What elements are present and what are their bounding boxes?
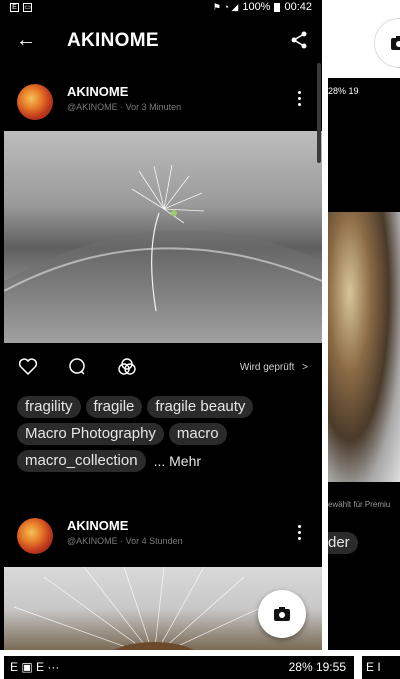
tag-chip[interactable]: fragility: [17, 396, 81, 418]
post-username[interactable]: AKINOME: [67, 84, 128, 99]
tag-chip[interactable]: der: [328, 532, 358, 554]
tag-chip[interactable]: fragile: [85, 396, 143, 418]
clock: 00:42: [284, 1, 312, 13]
review-status[interactable]: Wird geprüft >: [240, 362, 308, 373]
app-header: ← AKINOME: [0, 14, 322, 70]
next-screenshot-status-bar-right: E I: [362, 656, 400, 679]
back-arrow-icon[interactable]: ←: [16, 30, 36, 50]
avatar[interactable]: [17, 518, 53, 554]
tag-chip[interactable]: macro: [168, 423, 227, 445]
signal-icon: ⚑ ◔ ◢: [212, 1, 239, 12]
tag-list: fragility fragile fragile beauty Macro P…: [17, 396, 317, 472]
main-phone-screen: E ▭ ⚑ ◔ ◢ 100% 00:42 ← AKINOME AKINOME @…: [0, 0, 322, 650]
status-icons: E I: [366, 660, 381, 674]
secondary-status-bar: 28% 19: [328, 86, 359, 96]
status-time: 28% 19:55: [288, 660, 346, 674]
more-options-icon[interactable]: [298, 525, 302, 543]
page-title: AKINOME: [67, 30, 159, 51]
secondary-phone-screen: 28% 19 ewählt für Premiu der: [328, 0, 400, 650]
post-header: AKINOME @AKINOME · Vor 3 Minuten: [0, 74, 322, 132]
gallery-add-icon[interactable]: [117, 358, 137, 381]
comment-icon[interactable]: [68, 358, 86, 381]
post-meta: @AKINOME · Vor 4 Stunden: [67, 536, 183, 546]
post-image-dandelion-seed[interactable]: [4, 131, 322, 343]
camera-icon: [274, 607, 290, 621]
post-actions: Wird geprüft >: [0, 352, 322, 384]
more-options-icon[interactable]: [298, 91, 302, 109]
post-username[interactable]: AKINOME: [67, 518, 128, 533]
post-meta: @AKINOME · Vor 3 Minuten: [67, 102, 182, 112]
tag-chip[interactable]: Macro Photography: [17, 423, 164, 445]
battery-level: 100%: [242, 1, 271, 13]
post-image-spider[interactable]: [328, 212, 400, 482]
notification-icon: E: [10, 2, 19, 12]
review-label: Wird geprüft: [239, 362, 295, 373]
camera-button[interactable]: [258, 590, 306, 638]
premium-caption: ewählt für Premiu: [328, 500, 391, 509]
status-bar: E ▭ ⚑ ◔ ◢ 100% 00:42: [0, 0, 322, 14]
tag-chip[interactable]: fragile beauty: [147, 396, 254, 418]
heart-icon[interactable]: [18, 358, 38, 381]
gallery-icon: ▭: [23, 2, 32, 12]
share-icon[interactable]: [290, 31, 308, 54]
battery-icon: [274, 2, 281, 12]
tag-chip[interactable]: macro_collection: [17, 450, 146, 472]
chevron-right-icon: >: [302, 362, 308, 373]
camera-icon: [391, 36, 400, 50]
next-screenshot-status-bar: E ▣ E ··· 28% 19:55: [4, 656, 354, 679]
post-header: AKINOME @AKINOME · Vor 4 Stunden: [0, 508, 322, 566]
status-icons-left: E ▣ E ···: [10, 660, 60, 674]
avatar[interactable]: [17, 84, 53, 120]
scrollbar[interactable]: [317, 63, 321, 163]
more-link[interactable]: ... Mehr: [151, 450, 201, 472]
